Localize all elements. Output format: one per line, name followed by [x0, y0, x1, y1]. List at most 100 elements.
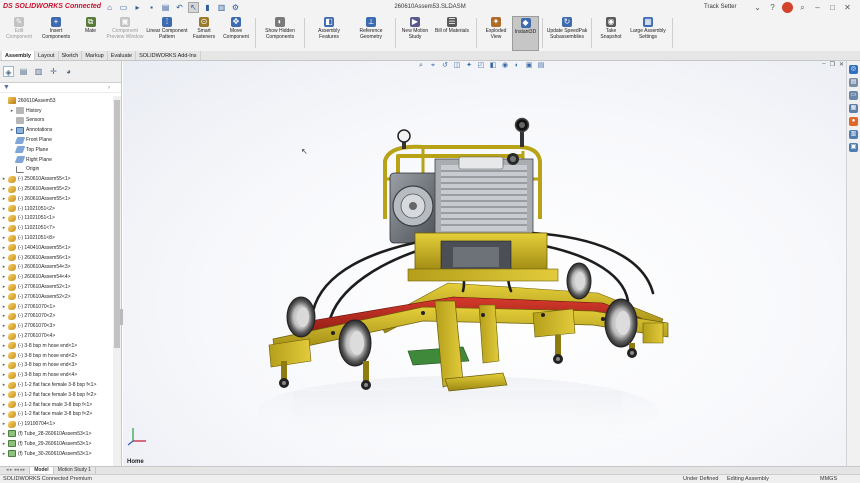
tree-item[interactable]: Top Plane — [0, 145, 113, 155]
tree-item[interactable]: ▸ (-) 11021051<2> — [0, 204, 113, 214]
expand-arrow-icon[interactable]: ▸ — [0, 215, 8, 221]
tree-item[interactable]: ▸ (-) 260610Assem55<1> — [0, 194, 113, 204]
solidworks-forum-icon[interactable]: ▣ — [849, 143, 858, 152]
expand-arrow-icon[interactable]: ▸ — [0, 362, 8, 368]
reference-geometry-button[interactable]: ⟂ Reference Geometry — [350, 16, 392, 51]
assembly-model-render[interactable] — [123, 61, 846, 466]
expand-arrow-icon[interactable]: ▸ — [0, 333, 8, 339]
tree-item[interactable]: ▸ (-) 1-2 flat face male 3-8 bsp f<2> — [0, 410, 113, 420]
expand-arrow-icon[interactable]: ▸ — [0, 264, 8, 270]
tree-item[interactable]: ▸ (-) 27061070<1> — [0, 302, 113, 312]
edit-component-button[interactable]: ✎ Edit Component — [3, 16, 35, 51]
tree-item[interactable]: ▸ (-) 140410Assem55<1> — [0, 243, 113, 253]
expand-arrow-icon[interactable]: ▸ — [0, 421, 8, 427]
expand-arrow-icon[interactable]: ▸ — [0, 245, 8, 251]
tree-item[interactable]: ▸ (-) 3-8 bsp m hose end<4> — [0, 370, 113, 380]
exploded-view-button[interactable]: ✦ Exploded View — [480, 16, 512, 51]
custom-properties-icon[interactable]: ▥ — [849, 130, 858, 139]
tree-item[interactable]: ▸ (-) 3-8 bsp m hose end<3> — [0, 361, 113, 371]
mate-button[interactable]: ⧉ Mate — [77, 16, 104, 51]
tree-item[interactable]: ▸ (-) 270610Assem52<1> — [0, 282, 113, 292]
tree-item[interactable]: ▸ (-) 260610Assem54<4> — [0, 272, 113, 282]
tree-item[interactable]: ▸ (f) Tube_29-260610Assem53<1> — [0, 439, 113, 449]
tab-motion-study-1[interactable]: Motion Study 1 — [54, 467, 97, 474]
tree-item[interactable]: ▸ Annotations — [0, 125, 113, 135]
tree-item[interactable]: ▸ (-) 27061070<4> — [0, 331, 113, 341]
expand-arrow-icon[interactable]: ▸ — [0, 304, 8, 310]
expand-arrow-icon[interactable]: ▸ — [0, 323, 8, 329]
tree-item[interactable]: ▸ (-) 250610Assem55<1> — [0, 174, 113, 184]
tree-item[interactable]: ▸ (-) 27061070<3> — [0, 321, 113, 331]
move-component-button[interactable]: ✥ Move Component — [220, 16, 252, 51]
tree-item[interactable]: Sensors — [0, 116, 113, 126]
avatar[interactable] — [782, 2, 793, 13]
insert-components-button[interactable]: + Insert Components — [35, 16, 77, 51]
expand-arrow-icon[interactable]: ▸ — [0, 411, 8, 417]
tab-layout[interactable]: Layout — [35, 51, 59, 60]
dimxpert-manager-icon[interactable]: ✛ — [48, 66, 59, 77]
expand-arrow-icon[interactable]: ▸ — [0, 255, 8, 261]
units-selector[interactable]: MMGS — [820, 476, 837, 482]
tab-assembly[interactable]: Assembly — [2, 51, 35, 60]
filter-icon[interactable]: ▼ — [3, 84, 10, 91]
expand-arrow-icon[interactable]: ▸ — [0, 274, 8, 280]
expand-arrow-icon[interactable]: ▸ — [0, 441, 8, 447]
file-explorer-icon[interactable]: ▭ — [849, 91, 858, 100]
tree-item[interactable]: ▸ (-) 260610Assem54<3> — [0, 263, 113, 273]
tree-item[interactable]: ▸ (-) 250610Assem55<2> — [0, 184, 113, 194]
expand-arrow-icon[interactable]: ▸ — [0, 196, 8, 202]
expand-arrow-icon[interactable]: ▸ — [0, 402, 8, 408]
user-name[interactable]: Track Setter — [704, 4, 736, 10]
component-preview-window-button[interactable]: ▣ Component Preview Window — [104, 16, 146, 51]
expand-arrow-icon[interactable]: ▸ — [0, 343, 8, 349]
take-snapshot-button[interactable]: ◉ Take Snapshot — [595, 16, 627, 51]
minimize-icon[interactable]: – — [812, 2, 823, 13]
property-manager-icon[interactable]: ▤ — [18, 66, 29, 77]
design-library-icon[interactable]: ▤ — [849, 78, 858, 87]
tree-item[interactable]: ▸ (-) 27061070<2> — [0, 312, 113, 322]
search-icon[interactable]: ⌕ — [797, 2, 808, 13]
expand-arrow-icon[interactable]: ▸ — [0, 284, 8, 290]
tree-item[interactable]: ▸ (-) 270610Assem52<2> — [0, 292, 113, 302]
chevron-down-icon[interactable]: ⌄ — [752, 2, 763, 13]
expand-arrow-icon[interactable]: ▸ — [0, 206, 8, 212]
tree-item[interactable]: Front Plane — [0, 135, 113, 145]
expand-arrow-icon[interactable]: ▸ — [0, 294, 8, 300]
appearances-icon[interactable]: ● — [849, 117, 858, 126]
expand-arrow-icon[interactable]: ▸ — [0, 186, 8, 192]
tab-model[interactable]: Model — [30, 467, 54, 474]
tree-item[interactable]: ▸ (-) 1-2 flat face female 3-8 bsp f<2> — [0, 390, 113, 400]
display-manager-icon[interactable]: ◕ — [63, 66, 74, 77]
expand-arrow-icon[interactable]: ▸ — [0, 313, 8, 319]
tree-item[interactable]: ▸ (-) 3-8 bsp m hose end<2> — [0, 351, 113, 361]
tree-item[interactable]: 260610Assem53 — [0, 96, 113, 106]
update-speedpak-subassemblies-button[interactable]: ↻ Update SpeedPak Subassemblies — [546, 16, 588, 51]
instant3d-button[interactable]: ◆ Instant3D — [512, 16, 539, 51]
tree-item[interactable]: ▸ History — [0, 106, 113, 116]
expand-arrow-icon[interactable]: ▸ — [0, 382, 8, 388]
expand-arrow-icon[interactable]: ▸ — [0, 451, 8, 457]
show-hidden-components-button[interactable]: ◐ Show Hidden Components — [259, 16, 301, 51]
tree-item[interactable]: Right Plane — [0, 155, 113, 165]
close-icon[interactable]: ✕ — [842, 2, 853, 13]
tab-sketch[interactable]: Sketch — [59, 51, 83, 60]
tree-scrollbar[interactable] — [113, 96, 121, 466]
configuration-manager-icon[interactable]: ▥ — [33, 66, 44, 77]
view-palette-icon[interactable]: ▦ — [849, 104, 858, 113]
tree-item[interactable]: ▸ (-) 260610Assem56<1> — [0, 253, 113, 263]
bill-of-materials-button[interactable]: ☰ Bill of Materials — [431, 16, 473, 51]
maximize-icon[interactable]: □ — [827, 2, 838, 13]
tree-item[interactable]: ▸ (-) 1-2 flat face female 3-8 bsp f<1> — [0, 380, 113, 390]
tree-item[interactable]: Origin — [0, 165, 113, 175]
expand-arrow-icon[interactable]: ▸ — [0, 176, 8, 182]
tree-item[interactable]: ▸ (-) 19100704<1> — [0, 419, 113, 429]
smart-fasteners-button[interactable]: ⊙ Smart Fasteners — [188, 16, 220, 51]
large-assembly-settings-button[interactable]: ▦ Large Assembly Settings — [627, 16, 669, 51]
tree-item[interactable]: ▸ (-) 1-2 flat face male 3-8 bsp f<1> — [0, 400, 113, 410]
assembly-features-button[interactable]: ◧ Assembly Features — [308, 16, 350, 51]
tab-nav-arrows-icon[interactable]: ◂ ▸ ◂◂ ▸▸ — [2, 467, 31, 474]
feature-manager-icon[interactable]: ◈ — [3, 66, 14, 77]
tab-evaluate[interactable]: Evaluate — [108, 51, 137, 60]
expand-arrow-icon[interactable]: ▸ — [0, 431, 8, 437]
help-icon[interactable]: ? — [767, 2, 778, 13]
